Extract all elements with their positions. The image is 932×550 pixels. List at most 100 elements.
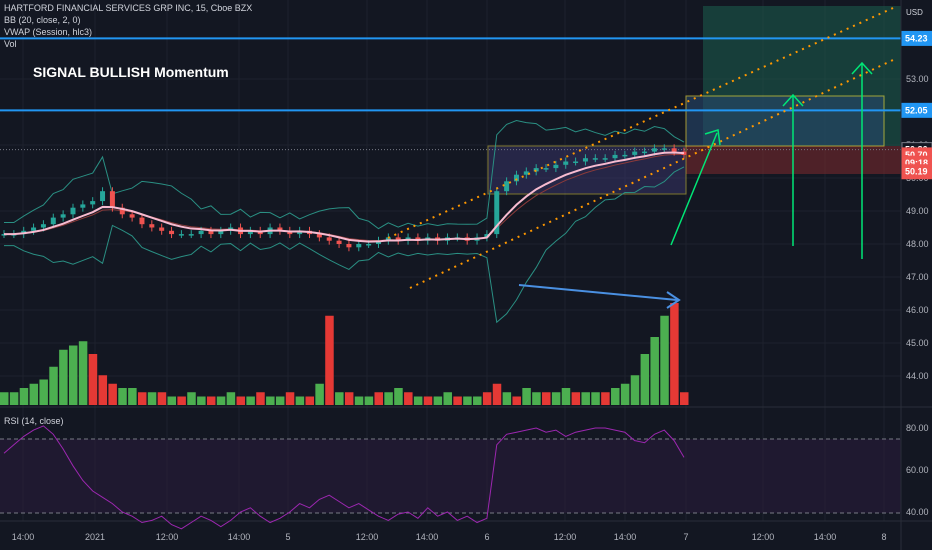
- candle-body: [346, 244, 352, 248]
- volume-bar: [620, 383, 630, 405]
- volume-bar: [68, 345, 78, 405]
- candle-body: [178, 234, 184, 236]
- candle-body: [198, 230, 204, 235]
- candle-body: [553, 164, 559, 169]
- time-tick-label: 2021: [85, 532, 105, 542]
- volume-bar: [246, 396, 255, 405]
- time-tick-label: 12:00: [156, 532, 179, 542]
- volume-bar: [335, 392, 344, 405]
- candle-body: [50, 217, 56, 225]
- price-tick-label: 47.00: [906, 272, 929, 282]
- volume-bar: [315, 383, 324, 405]
- time-tick-label: 14:00: [416, 532, 439, 542]
- signal-annotation[interactable]: SIGNAL BULLISH Momentum: [33, 64, 229, 80]
- volume-bar: [571, 392, 581, 405]
- volume-bar: [522, 388, 531, 405]
- price-axis[interactable]: 53.0051.0050.0049.0048.0047.0046.0045.00…: [901, 30, 932, 381]
- volume-bar: [532, 392, 541, 405]
- volume-bar: [9, 392, 19, 405]
- candle-body: [40, 224, 46, 228]
- legend-title[interactable]: HARTFORD FINANCIAL SERVICES GRP INC, 15,…: [4, 2, 252, 14]
- candle-body: [31, 227, 37, 231]
- volume-bar: [660, 315, 669, 405]
- price-badge-label: 54.23: [905, 33, 928, 43]
- candle-body: [543, 168, 549, 170]
- volume-bar: [177, 396, 186, 405]
- price-tick-label: 53.00: [906, 74, 929, 84]
- time-tick-label: 14:00: [614, 532, 637, 542]
- rsi-tick-label: 60.00: [906, 465, 929, 475]
- volume-bar: [433, 396, 443, 405]
- arrow-blue[interactable]: [518, 284, 678, 301]
- volume-bar: [650, 337, 659, 405]
- candle-body: [523, 171, 529, 175]
- volume-bar: [344, 392, 354, 405]
- legend-bb[interactable]: BB (20, close, 2, 0): [4, 14, 252, 26]
- volume-bar: [266, 396, 275, 405]
- candle-body: [188, 234, 194, 236]
- volume-bar: [680, 392, 689, 405]
- candle-body: [109, 191, 115, 208]
- volume-bar: [482, 392, 492, 405]
- volume-bar: [256, 392, 265, 405]
- volume-bar: [147, 392, 157, 405]
- volume-bars: [0, 303, 689, 405]
- volume-bar: [551, 392, 561, 405]
- volume-bar: [502, 392, 512, 405]
- candle-body: [129, 214, 135, 218]
- currency-label[interactable]: USD: [906, 8, 923, 17]
- volume-bar: [305, 396, 315, 405]
- volume-bar: [137, 392, 147, 405]
- candle-body: [90, 201, 96, 205]
- volume-bar: [59, 349, 68, 405]
- volume-bar: [670, 303, 679, 405]
- chart-legend: HARTFORD FINANCIAL SERVICES GRP INC, 15,…: [4, 2, 252, 50]
- time-tick-label: 12:00: [752, 532, 775, 542]
- rsi-legend[interactable]: RSI (14, close): [4, 416, 64, 426]
- price-tick-label: 44.00: [906, 371, 929, 381]
- volume-bar: [0, 392, 9, 405]
- candle-body: [592, 158, 598, 160]
- volume-bar: [39, 379, 48, 405]
- volume-bar: [374, 392, 383, 405]
- trading-chart[interactable]: 53.0051.0050.0049.0048.0047.0046.0045.00…: [0, 0, 932, 550]
- candle-body: [336, 240, 342, 244]
- time-tick-label: 14:00: [12, 532, 35, 542]
- rsi-panel-bg: [0, 439, 901, 513]
- rsi-tick-label: 40.00: [906, 507, 929, 517]
- rsi-axis[interactable]: 80.00 60.00 40.00: [906, 423, 929, 517]
- time-axis[interactable]: 14:00 2021 12:00 14:00 5 12:00 14:00 6 12:00 14:0…: [12, 532, 887, 542]
- volume-bar: [19, 388, 29, 405]
- volume-bar: [591, 392, 600, 405]
- volume-bar: [492, 383, 502, 405]
- time-tick-label: 7: [683, 532, 688, 542]
- candle-body: [159, 227, 165, 231]
- volume-bar: [640, 354, 650, 405]
- price-badge-label: 52.05: [905, 105, 928, 115]
- candle-body: [504, 181, 510, 192]
- volume-bar: [384, 392, 393, 405]
- candle-body: [80, 204, 86, 208]
- price-tick-label: 45.00: [906, 338, 929, 348]
- volume-bar: [285, 392, 295, 405]
- time-tick-label: 8: [881, 532, 886, 542]
- time-tick-label: 5: [285, 532, 290, 542]
- volume-bar: [226, 392, 236, 405]
- candle-body: [70, 207, 76, 215]
- volume-bar: [581, 392, 590, 405]
- volume-bar: [394, 388, 403, 405]
- chart-window: 53.0051.0050.0049.0048.0047.0046.0045.00…: [0, 0, 932, 550]
- volume-bar: [187, 392, 196, 405]
- volume-bar: [453, 396, 462, 405]
- candle-body: [60, 214, 66, 218]
- volume-bar: [197, 396, 206, 405]
- volume-bar: [236, 396, 246, 405]
- candle-body: [326, 237, 332, 241]
- candle-body: [169, 230, 175, 235]
- volume-bar: [542, 392, 551, 405]
- candle-body: [642, 151, 648, 154]
- legend-vwap[interactable]: VWAP (Session, hlc3): [4, 26, 252, 38]
- candle-body: [573, 161, 579, 163]
- legend-vol[interactable]: Vol: [4, 38, 252, 50]
- volume-bar: [404, 392, 413, 405]
